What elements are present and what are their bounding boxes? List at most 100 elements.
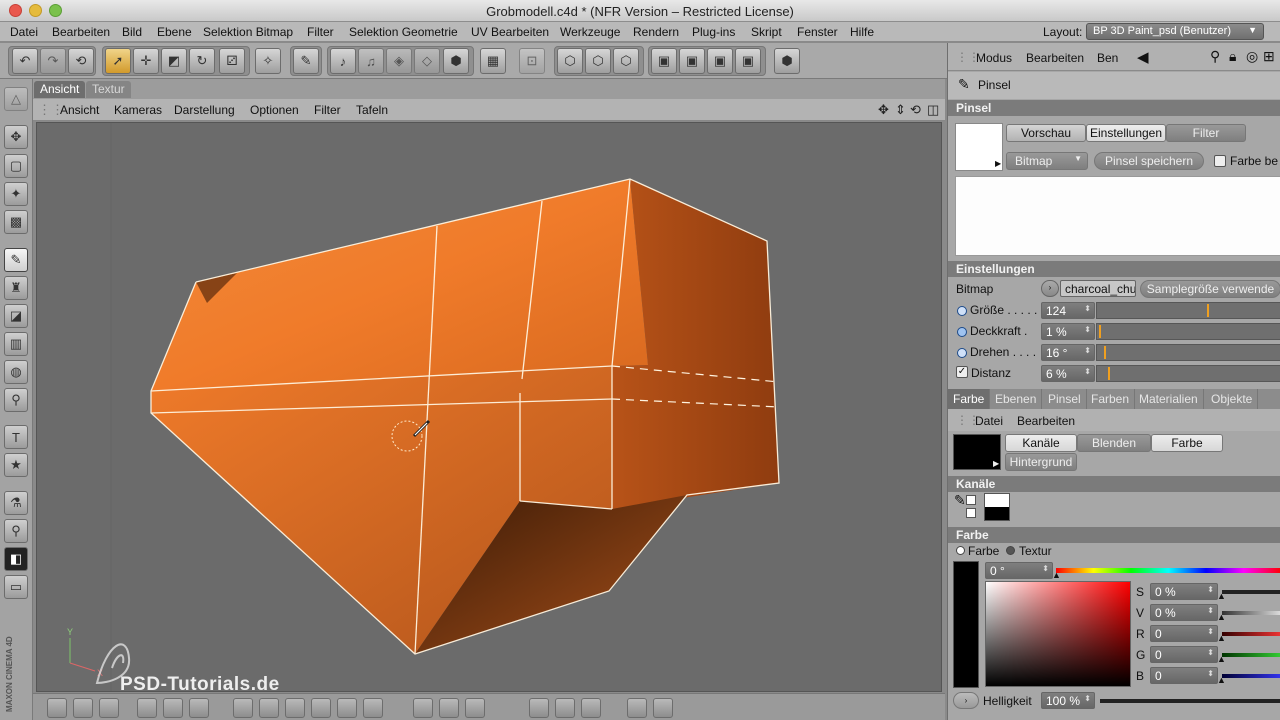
material-icon-1[interactable]: ⬡ bbox=[557, 48, 583, 74]
sample-size-button[interactable]: Samplegröße verwende bbox=[1140, 280, 1280, 298]
lock-icon[interactable]: 🔒︎ bbox=[1229, 48, 1236, 65]
r-input[interactable]: 0 ⬍ bbox=[1150, 625, 1218, 642]
save-brush-button[interactable]: Pinsel speichern bbox=[1094, 152, 1204, 170]
tab-vorschau[interactable]: Vorschau bbox=[1006, 124, 1086, 142]
bottom-tool-icon-20[interactable] bbox=[653, 698, 673, 718]
distanz-checkbox[interactable]: ✓ bbox=[956, 366, 968, 378]
menu-rendern[interactable]: Rendern bbox=[633, 25, 679, 39]
brush-magic-icon[interactable]: ✧ bbox=[255, 48, 281, 74]
tab-farbe[interactable]: Farbe bbox=[948, 389, 991, 409]
paint-stamp-icon[interactable]: ♫ bbox=[358, 48, 384, 74]
menu-bearbeiten-lower[interactable]: Bearbeiten bbox=[1017, 414, 1075, 428]
hue-input[interactable]: 0 ° ⬍ bbox=[985, 562, 1053, 579]
bottom-tool-icon-15[interactable] bbox=[465, 698, 485, 718]
bottom-tool-icon-7[interactable] bbox=[233, 698, 253, 718]
live-selection-icon[interactable]: ⟲ bbox=[68, 48, 94, 74]
g-handle-icon[interactable]: ▲ bbox=[1217, 654, 1226, 664]
radio-deckkraft[interactable] bbox=[957, 327, 967, 337]
view-menu-darstellung[interactable]: Darstellung bbox=[174, 103, 235, 117]
b-slider[interactable] bbox=[1222, 674, 1280, 678]
menu-plugins[interactable]: Plug-ins bbox=[692, 25, 735, 39]
back-arrow-icon[interactable]: ◀ bbox=[1137, 48, 1149, 66]
drop-tool-icon[interactable]: ◍ bbox=[4, 360, 28, 384]
radio-textur[interactable] bbox=[1006, 546, 1015, 555]
render-icon[interactable]: ▦ bbox=[480, 48, 506, 74]
bottom-tool-icon-4[interactable] bbox=[137, 698, 157, 718]
tab-einstellungen[interactable]: Einstellungen bbox=[1086, 124, 1166, 142]
stamp-tool-icon[interactable]: ♜ bbox=[4, 276, 28, 300]
s-slider[interactable] bbox=[1222, 590, 1280, 594]
groesse-input[interactable]: 124 ⬍ bbox=[1041, 302, 1095, 319]
bottom-tool-icon-16[interactable] bbox=[529, 698, 549, 718]
deckkraft-input[interactable]: 1 % ⬍ bbox=[1041, 323, 1095, 340]
view-menu-optionen[interactable]: Optionen bbox=[250, 103, 299, 117]
distanz-input[interactable]: 6 % ⬍ bbox=[1041, 365, 1095, 382]
texture-mode-icon[interactable]: ⬢ bbox=[443, 48, 469, 74]
bottom-tool-icon-19[interactable] bbox=[627, 698, 647, 718]
target-icon[interactable]: ◎ bbox=[1246, 48, 1258, 65]
radio-farbe[interactable] bbox=[956, 546, 965, 555]
channel-thumbnail[interactable] bbox=[984, 493, 1010, 521]
paint-erase-icon[interactable]: ◇ bbox=[414, 48, 440, 74]
groesse-slider[interactable] bbox=[1096, 302, 1280, 319]
orbit-icon[interactable]: ⟲ bbox=[910, 102, 921, 118]
star-tool-icon[interactable]: ★ bbox=[4, 453, 28, 477]
r-slider[interactable] bbox=[1222, 632, 1280, 636]
expand-arrow-icon[interactable]: ▶ bbox=[993, 459, 999, 468]
bottom-tool-icon-18[interactable] bbox=[581, 698, 601, 718]
farbe-checkbox[interactable] bbox=[1214, 155, 1226, 167]
menu-bild[interactable]: Bild bbox=[122, 25, 142, 39]
text-tool-icon[interactable]: T bbox=[4, 425, 28, 449]
menu-selektion-bitmap[interactable]: Selektion Bitmap bbox=[203, 25, 293, 39]
tab-filter[interactable]: Filter bbox=[1166, 124, 1246, 142]
material-icon-3[interactable]: ⬡ bbox=[613, 48, 639, 74]
menu-skript[interactable]: Skript bbox=[751, 25, 782, 39]
b-handle-icon[interactable]: ▲ bbox=[1217, 675, 1226, 685]
expand-arrow-icon[interactable]: ▶ bbox=[995, 159, 1001, 168]
drehen-slider[interactable] bbox=[1096, 344, 1280, 361]
select-pointer-icon[interactable]: ➚ bbox=[105, 48, 131, 74]
bottom-tool-icon-12[interactable] bbox=[363, 698, 383, 718]
bottom-tool-icon-13[interactable] bbox=[413, 698, 433, 718]
hue-slider-handle-icon[interactable]: ▲ bbox=[1052, 570, 1061, 580]
brush-tool-icon[interactable]: ✎ bbox=[4, 248, 28, 272]
cube-icon-1[interactable]: ▣ bbox=[651, 48, 677, 74]
magnify-tool-icon[interactable]: ⚲ bbox=[4, 388, 28, 412]
triangle-tool-icon[interactable]: △ bbox=[4, 87, 28, 111]
cube-icon-3[interactable]: ▣ bbox=[707, 48, 733, 74]
menu-selektion-geometrie[interactable]: Selektion Geometrie bbox=[349, 25, 458, 39]
hue-slider[interactable] bbox=[1056, 568, 1280, 573]
scale-icon[interactable]: ◩ bbox=[161, 48, 187, 74]
menu-ben[interactable]: Ben bbox=[1097, 51, 1118, 65]
grid-icon[interactable]: ⊡ bbox=[519, 48, 545, 74]
tab-farben[interactable]: Farben bbox=[1086, 389, 1136, 409]
s-handle-icon[interactable]: ▲ bbox=[1217, 591, 1226, 601]
menu-bearbeiten-attr[interactable]: Bearbeiten bbox=[1026, 51, 1084, 65]
new-panel-icon[interactable]: ⊞ bbox=[1263, 48, 1275, 65]
cube-icon-2[interactable]: ▣ bbox=[679, 48, 705, 74]
menu-datei-lower[interactable]: Datei bbox=[975, 414, 1003, 428]
bottom-tool-icon-2[interactable] bbox=[73, 698, 93, 718]
dolly-icon[interactable]: ⇕ bbox=[895, 102, 906, 118]
eyedropper-tool-icon[interactable]: ⚗ bbox=[4, 491, 28, 515]
frame-tool-icon[interactable]: ▭ bbox=[4, 575, 28, 599]
bottom-tool-icon-1[interactable] bbox=[47, 698, 67, 718]
distanz-slider[interactable] bbox=[1096, 365, 1280, 382]
view-menu-filter[interactable]: Filter bbox=[314, 103, 341, 117]
menu-uv-bearbeiten[interactable]: UV Bearbeiten bbox=[471, 25, 549, 39]
rect-select-icon[interactable]: ▢ bbox=[4, 154, 28, 178]
bottom-tool-icon-14[interactable] bbox=[439, 698, 459, 718]
tab-ansicht[interactable]: Ansicht bbox=[34, 81, 86, 98]
radio-groesse[interactable] bbox=[957, 306, 967, 316]
menu-datei[interactable]: Datei bbox=[10, 25, 38, 39]
bottom-tool-icon-9[interactable] bbox=[285, 698, 305, 718]
tab-objekte[interactable]: Objekte bbox=[1206, 389, 1259, 409]
menu-bearbeiten[interactable]: Bearbeiten bbox=[52, 25, 110, 39]
paint-brush-icon[interactable]: ♪ bbox=[330, 48, 356, 74]
bottom-tool-icon-8[interactable] bbox=[259, 698, 279, 718]
tab-textur[interactable]: Textur bbox=[86, 81, 131, 98]
v-handle-icon[interactable]: ▲ bbox=[1217, 612, 1226, 622]
move-icon[interactable]: ✛ bbox=[133, 48, 159, 74]
g-slider[interactable] bbox=[1222, 653, 1280, 657]
menu-filter[interactable]: Filter bbox=[307, 25, 334, 39]
